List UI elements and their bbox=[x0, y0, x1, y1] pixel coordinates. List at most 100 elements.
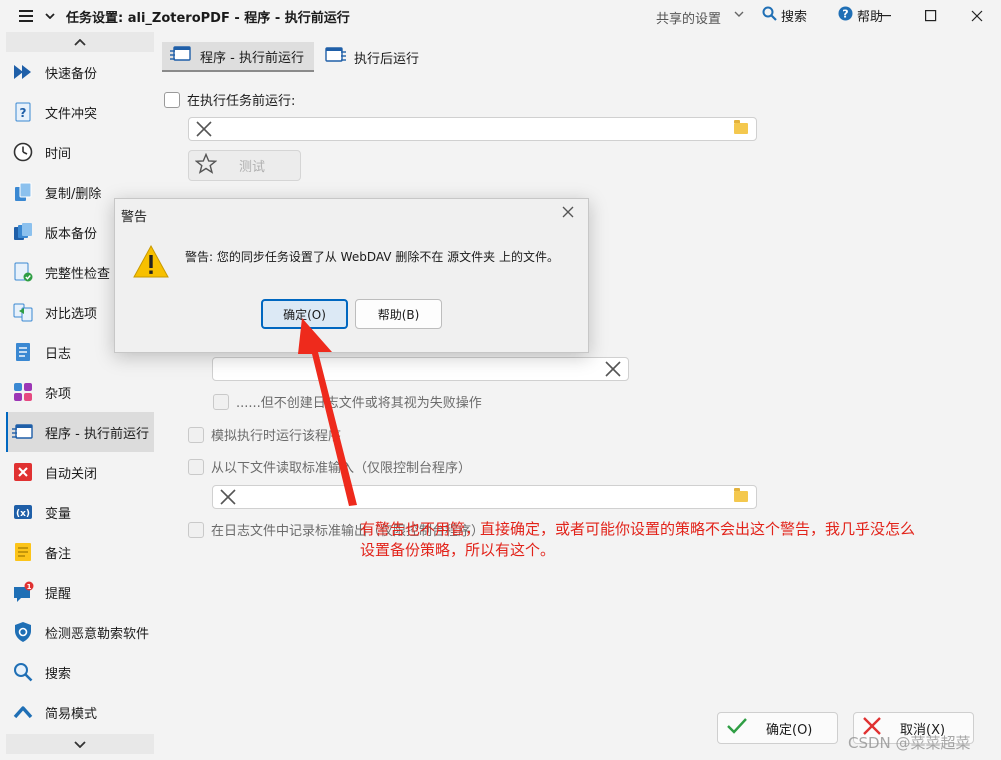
tab-label: 执行后运行 bbox=[354, 51, 420, 67]
tab-label: 程序 - 执行前运行 bbox=[200, 50, 304, 66]
doc-check-icon bbox=[12, 261, 34, 283]
dialog-help-button[interactable]: 帮助(B) bbox=[355, 299, 442, 329]
sidebar-item[interactable]: 快速备份 bbox=[6, 52, 154, 92]
program-icon bbox=[12, 421, 34, 443]
sidebar-item-label: 变量 bbox=[45, 506, 72, 522]
sidebar-item-label: 备注 bbox=[45, 546, 72, 562]
sidebar-item-label: 复制/删除 bbox=[45, 186, 102, 202]
sidebar-item-label: 文件冲突 bbox=[45, 106, 98, 122]
window-title: 任务设置: ali_ZoteroPDF - 程序 - 执行前运行 bbox=[66, 10, 350, 26]
chevron-down-icon[interactable] bbox=[734, 9, 744, 20]
shared-settings-dropdown[interactable]: 共享的设置 bbox=[656, 8, 721, 27]
sidebar-item-label: 对比选项 bbox=[45, 306, 98, 322]
sidebar-item[interactable]: 自动关闭 bbox=[6, 452, 154, 492]
dialog-message: 警告: 您的同步任务设置了从 WebDAV 删除不在 源文件夹 上的文件。 bbox=[185, 250, 559, 264]
run-before-checkbox[interactable] bbox=[164, 91, 180, 108]
clear-icon[interactable] bbox=[604, 360, 622, 382]
sidebar-item[interactable]: 1 提醒 bbox=[6, 572, 154, 612]
ok-button-label: 确定(O) bbox=[766, 722, 813, 738]
sidebar-item[interactable]: 程序 - 执行前运行 bbox=[6, 412, 154, 452]
maximize-button[interactable] bbox=[908, 0, 954, 32]
no-log-checkbox[interactable] bbox=[213, 393, 229, 410]
search-label: 搜索 bbox=[781, 10, 808, 25]
test-button-label: 测试 bbox=[239, 160, 266, 175]
log-stdout-checkbox[interactable] bbox=[188, 521, 204, 538]
sidebar-item[interactable]: (x) 变量 bbox=[6, 492, 154, 532]
svg-text:?: ? bbox=[842, 8, 848, 21]
svg-text:1: 1 bbox=[27, 583, 32, 591]
simulate-checkbox[interactable] bbox=[188, 426, 204, 443]
watermark: CSDN @菜菜超菜 bbox=[848, 734, 971, 752]
note-icon bbox=[12, 541, 34, 563]
log-icon bbox=[12, 341, 34, 363]
svg-text:?: ? bbox=[20, 106, 27, 120]
dialog-ok-button[interactable]: 确定(O) bbox=[261, 299, 348, 329]
question-doc-icon: ? bbox=[12, 101, 34, 123]
run-before-label: 在执行任务前运行: bbox=[187, 94, 296, 109]
annotation-line-2: 设置备份策略，所以有这个。 bbox=[360, 541, 556, 559]
test-button[interactable]: 测试 bbox=[188, 150, 301, 181]
stdin-file-input[interactable] bbox=[212, 485, 757, 509]
tab-run-before[interactable]: 程序 - 执行前运行 bbox=[162, 42, 314, 72]
arguments-input[interactable] bbox=[212, 357, 629, 381]
tab-run-after[interactable]: 执行后运行 bbox=[316, 42, 427, 72]
misc-icon bbox=[12, 381, 34, 403]
svg-text:(x): (x) bbox=[16, 509, 30, 519]
star-icon bbox=[194, 152, 218, 178]
simulate-label: 模拟执行时运行该程序 bbox=[211, 429, 342, 444]
compare-icon bbox=[12, 301, 34, 323]
close-icon[interactable] bbox=[562, 204, 574, 222]
sidebar-item[interactable]: 杂项 bbox=[6, 372, 154, 412]
sidebar-item-label: 快速备份 bbox=[45, 66, 98, 82]
sidebar-item[interactable]: 检测恶意勒索软件 bbox=[6, 612, 154, 652]
chevron-down-icon[interactable] bbox=[42, 13, 58, 19]
versions-icon bbox=[12, 221, 34, 243]
warning-icon bbox=[133, 244, 169, 282]
program-icon bbox=[170, 45, 192, 67]
stdin-option[interactable]: 从以下文件读取标准输入（仅限控制台程序） bbox=[188, 457, 471, 476]
copy-icon bbox=[12, 181, 34, 203]
sidebar-item-label: 提醒 bbox=[45, 586, 72, 602]
stdin-label: 从以下文件读取标准输入（仅限控制台程序） bbox=[211, 461, 472, 476]
sidebar-item[interactable]: 搜索 bbox=[6, 652, 154, 692]
auto-close-icon bbox=[12, 461, 34, 483]
sidebar-item[interactable]: 简易模式 bbox=[6, 692, 154, 732]
help-icon: ? bbox=[838, 6, 853, 25]
folder-icon[interactable] bbox=[734, 488, 748, 502]
sidebar-item[interactable]: ? 文件冲突 bbox=[6, 92, 154, 132]
run-before-option[interactable]: 在执行任务前运行: bbox=[164, 90, 295, 109]
sidebar-item-label: 程序 - 执行前运行 bbox=[45, 426, 149, 442]
sidebar-item-label: 版本备份 bbox=[45, 226, 98, 242]
no-log-label: ......但不创建日志文件或将其视为失败操作 bbox=[236, 396, 482, 411]
hamburger-menu-icon[interactable] bbox=[12, 2, 40, 30]
program-path-input[interactable] bbox=[188, 117, 757, 141]
simple-mode-icon bbox=[12, 701, 34, 723]
dialog-title: 警告 bbox=[121, 210, 148, 225]
close-window-button[interactable] bbox=[954, 0, 1000, 32]
ok-button[interactable]: 确定(O) bbox=[717, 712, 838, 744]
sidebar-item[interactable]: 备注 bbox=[6, 532, 154, 572]
stdin-checkbox[interactable] bbox=[188, 458, 204, 475]
clear-icon[interactable] bbox=[195, 120, 213, 142]
no-log-option[interactable]: ......但不创建日志文件或将其视为失败操作 bbox=[213, 392, 482, 411]
sidebar-item-label: 自动关闭 bbox=[45, 466, 98, 482]
sidebar-item-label: 杂项 bbox=[45, 386, 72, 402]
sidebar: 快速备份? 文件冲突 时间 复制/删除 版本备份 完整性检查 对比选项 日志 杂项 程序 - 执行… bbox=[6, 32, 154, 754]
reminder-icon: 1 bbox=[12, 581, 34, 603]
sidebar-item-label: 日志 bbox=[45, 346, 72, 362]
shield-icon bbox=[12, 621, 34, 643]
search-button[interactable]: 搜索 bbox=[762, 6, 807, 25]
simulate-option[interactable]: 模拟执行时运行该程序 bbox=[188, 425, 341, 444]
sidebar-item-label: 简易模式 bbox=[45, 706, 98, 722]
minimize-button[interactable] bbox=[862, 0, 908, 32]
clear-icon[interactable] bbox=[219, 488, 237, 510]
sidebar-item-label: 搜索 bbox=[45, 666, 72, 682]
annotation-text: 有警告也不用管，直接确定，或者可能你设置的策略不会出这个警告，我几乎没怎么 设置… bbox=[360, 519, 980, 561]
sidebar-item[interactable]: 时间 bbox=[6, 132, 154, 172]
search-icon bbox=[762, 6, 777, 25]
warning-dialog: 警告 警告: 您的同步任务设置了从 WebDAV 删除不在 源文件夹 上的文件。… bbox=[114, 198, 589, 353]
sidebar-scroll-down-button[interactable] bbox=[6, 734, 154, 754]
sidebar-scroll-up-button[interactable] bbox=[6, 32, 154, 52]
folder-icon[interactable] bbox=[734, 120, 748, 134]
sidebar-item-label: 时间 bbox=[45, 146, 72, 162]
